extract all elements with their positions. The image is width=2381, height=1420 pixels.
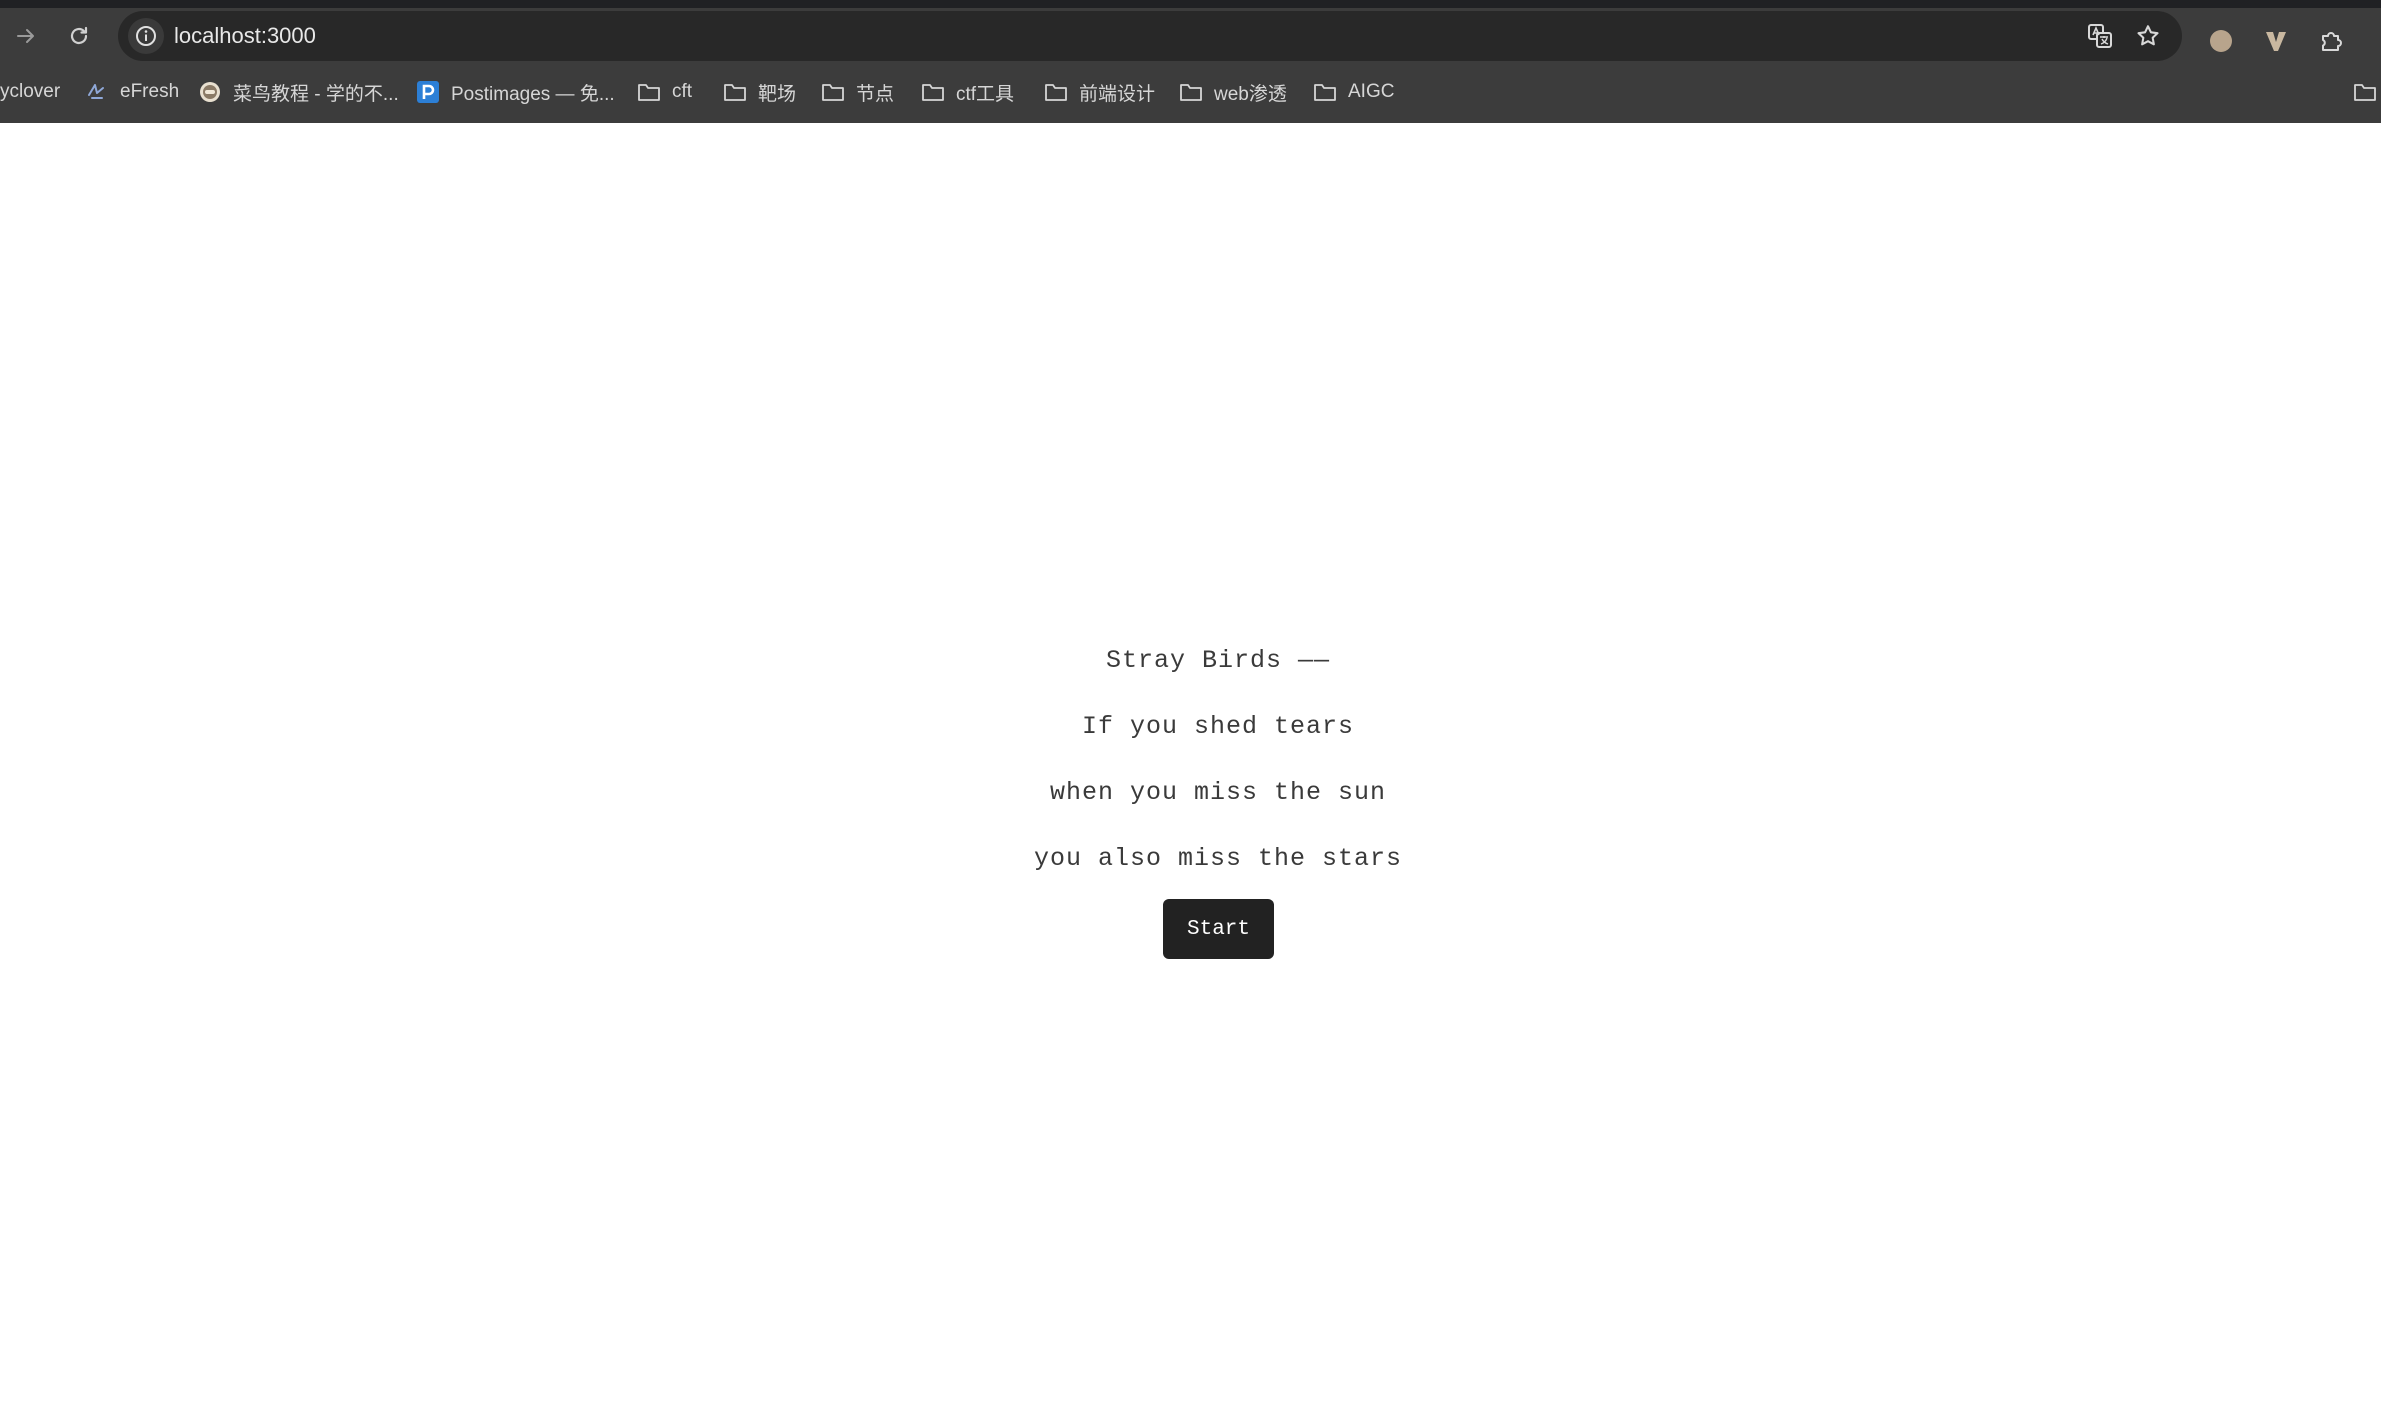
bookmark-label: ctf工具: [956, 83, 1015, 105]
tab-strip: [0, 0, 2381, 8]
extension-button-2[interactable]: [2258, 23, 2294, 59]
poem-line-3: you also miss the stars: [1033, 844, 1403, 873]
page-content: Stray Birds —— If you shed tears when yo…: [0, 123, 2381, 1420]
reload-button[interactable]: [59, 16, 99, 56]
extension-button-1[interactable]: [2203, 23, 2239, 59]
bookmark-folder-cft[interactable]: cft: [636, 72, 692, 112]
folder-icon: [820, 79, 846, 105]
forward-button[interactable]: [6, 16, 46, 56]
info-icon: [136, 26, 156, 46]
folder-icon: [1178, 79, 1204, 105]
bookmark-postimages[interactable]: Postimages — 免...: [415, 72, 615, 112]
address-bar[interactable]: localhost:3000: [118, 11, 2182, 61]
puzzle-icon: [2322, 32, 2342, 51]
translate-icon: [2088, 24, 2112, 48]
bookmark-folder-range[interactable]: 靶场: [722, 72, 796, 112]
poem-title: Stray Birds ——: [1105, 646, 1331, 675]
bookmark-label: Postimages — 免...: [451, 83, 615, 105]
circle-extension-icon: [2210, 30, 2232, 52]
bookmark-label: eFresh: [120, 81, 180, 102]
bookmark-folder-frontend-design[interactable]: 前端设计: [1043, 72, 1155, 112]
reload-icon: [70, 26, 88, 45]
arrow-right-icon: [17, 29, 34, 43]
url-text[interactable]: localhost:3000: [174, 11, 316, 61]
bookmark-folder-aigc[interactable]: AIGC: [1312, 72, 1394, 112]
start-button[interactable]: Start: [1163, 899, 1274, 959]
bookmark-label: AIGC: [1348, 81, 1395, 102]
postimages-icon: [415, 79, 441, 105]
bookmark-runoob[interactable]: 菜鸟教程 - 学的不...: [197, 72, 399, 112]
bookmark-folder-web-pentest[interactable]: web渗透: [1178, 72, 1287, 112]
bookmark-label: cft: [672, 81, 693, 102]
bookmark-star-button[interactable]: [2132, 20, 2164, 52]
folder-icon: [1312, 79, 1338, 105]
bookmark-folder-nodes[interactable]: 节点: [820, 72, 894, 112]
efresh-icon: [84, 79, 110, 105]
bookmark-folder-ctf-tools[interactable]: ctf工具: [920, 72, 1014, 112]
folder-icon: [722, 79, 748, 105]
bookmark-yclover[interactable]: yclover: [0, 72, 60, 112]
translate-button[interactable]: [2084, 20, 2116, 52]
bookmark-efresh[interactable]: eFresh: [84, 72, 179, 112]
poem-line-1: If you shed tears: [1081, 712, 1355, 741]
poem: Stray Birds —— If you shed tears when yo…: [0, 628, 2381, 892]
bookmarks-bar: yclover eFresh 菜鸟教程 - 学的不... Postimages …: [0, 72, 2381, 112]
folder-icon: [2352, 79, 2378, 105]
folder-icon: [636, 79, 662, 105]
v-extension-icon: [2266, 32, 2286, 51]
site-info-button[interactable]: [128, 18, 164, 54]
browser-chrome: localhost:3000 yclover eFresh 菜鸟教程 - 学的不…: [0, 0, 2381, 123]
folder-icon: [920, 79, 946, 105]
bookmark-label: 靶场: [758, 83, 797, 105]
star-icon: [2137, 25, 2159, 46]
poem-line-2: when you miss the sun: [1049, 778, 1387, 807]
extensions-menu-button[interactable]: [2313, 23, 2349, 59]
bookmark-label: web渗透: [1214, 83, 1287, 105]
bookmark-label: yclover: [0, 81, 61, 102]
bookmark-label: 节点: [856, 83, 895, 105]
runoob-icon: [197, 79, 223, 105]
bookmark-label: 菜鸟教程 - 学的不...: [233, 83, 399, 105]
other-bookmarks-button[interactable]: [2352, 72, 2381, 112]
browser-toolbar: localhost:3000: [0, 8, 2381, 63]
bookmark-label: 前端设计: [1079, 83, 1156, 105]
folder-icon: [1043, 79, 1069, 105]
